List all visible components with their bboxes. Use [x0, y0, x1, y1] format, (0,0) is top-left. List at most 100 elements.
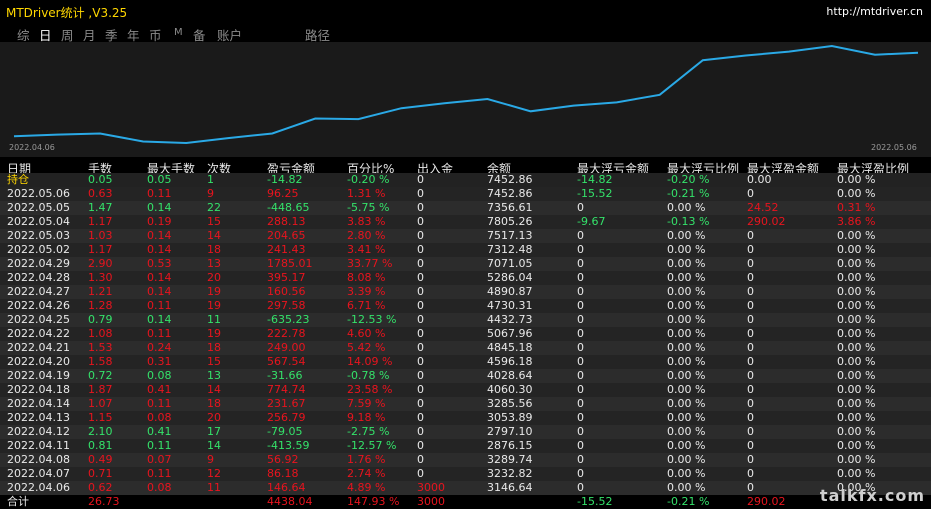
table-row[interactable]: 2022.04.11 0.81 0.11 14 -413.59 -12.57 % 0 2876… [0, 439, 931, 453]
cell-max-float-profit: 0 [747, 355, 754, 368]
cell-deposit: 0 [417, 397, 424, 410]
cell-max-float-loss: 0 [577, 383, 584, 396]
cell-percent: -12.57 % [347, 439, 397, 452]
cell-pnl: 288.13 [267, 215, 306, 228]
table-row[interactable]: 2022.05.02 1.17 0.14 18 241.43 3.41 % 0 7312.48… [0, 243, 931, 257]
cell-max-float-loss-pct: -0.20 % [667, 173, 710, 186]
table-row[interactable]: 2022.05.04 1.17 0.19 15 288.13 3.83 % 0 7805.26… [0, 215, 931, 229]
cell-max-float-profit-pct: 0.00 % [837, 271, 876, 284]
chart-end-date: 2022.05.06 [871, 143, 917, 152]
cell-percent: 23.58 % [347, 383, 393, 396]
cell-pnl: -14.82 [267, 173, 303, 186]
cell-balance: 3053.89 [487, 411, 533, 424]
cell-balance: 7517.13 [487, 229, 533, 242]
cell-max-float-profit-pct: 0.00 % [837, 439, 876, 452]
table-row[interactable]: 2022.05.03 1.03 0.14 14 204.65 2.80 % 0 7517.13… [0, 229, 931, 243]
table-row[interactable]: 持仓 0.05 0.05 1 -14.82 -0.20 % 0 7452.86 -14.82 -0… [0, 173, 931, 187]
cell-max-float-profit: 0 [747, 299, 754, 312]
cell-lots: 0.79 [88, 313, 113, 326]
cell-max-float-loss: 0 [577, 369, 584, 382]
cell-max-lots: 0.14 [147, 229, 172, 242]
cell-pnl: -635.23 [267, 313, 310, 326]
cell-max-float-loss-pct: 0.00 % [667, 453, 706, 466]
cell-balance: 2797.10 [487, 425, 533, 438]
cell-date: 2022.05.06 [7, 187, 70, 200]
cell-count: 9 [207, 187, 214, 200]
cell-max-float-loss: 0 [577, 327, 584, 340]
cell-pnl: 1785.01 [267, 257, 313, 270]
cell-deposit: 0 [417, 313, 424, 326]
table-row[interactable]: 2022.04.29 2.90 0.53 13 1785.01 33.77 % 0 7071.… [0, 257, 931, 271]
cell-deposit: 0 [417, 369, 424, 382]
cell-max-float-loss-pct: 0.00 % [667, 285, 706, 298]
table-row[interactable]: 2022.04.25 0.79 0.14 11 -635.23 -12.53 % 0 4432… [0, 313, 931, 327]
cell-percent: 9.18 % [347, 411, 386, 424]
cell-balance: 2876.15 [487, 439, 533, 452]
cell-max-lots: 0.14 [147, 243, 172, 256]
table-row[interactable]: 2022.05.05 1.47 0.14 22 -448.65 -5.75 % 0 7356.… [0, 201, 931, 215]
cell-date: 2022.04.14 [7, 397, 70, 410]
cell-date: 2022.04.06 [7, 481, 70, 494]
cell-balance: 7805.26 [487, 215, 533, 228]
cell-date: 2022.04.13 [7, 411, 70, 424]
table-row[interactable]: 2022.04.12 2.10 0.41 17 -79.05 -2.75 % 0 2797.1… [0, 425, 931, 439]
cell-max-float-loss-pct: 0.00 % [667, 201, 706, 214]
cell-max-float-loss-pct: 0.00 % [667, 383, 706, 396]
table-row[interactable]: 2022.04.27 1.21 0.14 19 160.56 3.39 % 0 4890.87… [0, 285, 931, 299]
cell-max-float-loss: 0 [577, 201, 584, 214]
cell-count: 18 [207, 397, 221, 410]
cell-deposit: 3000 [417, 481, 445, 494]
cell-deposit: 0 [417, 215, 424, 228]
cell-date: 2022.04.21 [7, 341, 70, 354]
cell-max-float-loss-pct: 0.00 % [667, 425, 706, 438]
cell-max-float-profit-pct: 0.00 % [837, 355, 876, 368]
period-tabs: 综 日 周 月 季 年 币 M 备 账户 路径 [0, 22, 931, 43]
app-title: MTDriver统计 ,V3.25 [6, 6, 128, 20]
cell-max-float-profit-pct: 0.00 % [837, 425, 876, 438]
table-row[interactable]: 2022.04.08 0.49 0.07 9 56.92 1.76 % 0 3289.74 0 0… [0, 453, 931, 467]
cell-max-float-loss-pct: 0.00 % [667, 467, 706, 480]
cell-count: 19 [207, 327, 221, 340]
cell-deposit: 0 [417, 187, 424, 200]
table-row[interactable]: 2022.04.18 1.87 0.41 14 774.74 23.58 % 0 4060.3… [0, 383, 931, 397]
cell-deposit: 0 [417, 425, 424, 438]
cell-max-float-loss-pct: 0.00 % [667, 397, 706, 410]
cell-count: 11 [207, 313, 221, 326]
cell-date: 2022.04.20 [7, 355, 70, 368]
cell-percent: -0.78 % [347, 369, 390, 382]
cell-balance: 7356.61 [487, 201, 533, 214]
table-row[interactable]: 2022.04.21 1.53 0.24 18 249.00 5.42 % 0 4845.18… [0, 341, 931, 355]
table-row[interactable]: 2022.05.06 0.63 0.11 9 96.25 1.31 % 0 7452.86 -1… [0, 187, 931, 201]
cell-date: 2022.05.05 [7, 201, 70, 214]
cell-balance: 4890.87 [487, 285, 533, 298]
table-row[interactable]: 2022.04.13 1.15 0.08 20 256.79 9.18 % 0 3053.89… [0, 411, 931, 425]
website-link[interactable]: http://mtdriver.cn [826, 5, 923, 18]
cell-percent: -5.75 % [347, 201, 390, 214]
cell-max-lots: 0.14 [147, 201, 172, 214]
cell-max-float-loss-pct: 0.00 % [667, 439, 706, 452]
cell-deposit: 0 [417, 439, 424, 452]
cell-max-float-loss: 0 [577, 257, 584, 270]
table-row[interactable]: 2022.04.22 1.08 0.11 19 222.78 4.60 % 0 5067.96… [0, 327, 931, 341]
cell-lots: 0.62 [88, 481, 113, 494]
table-row[interactable]: 2022.04.26 1.28 0.11 19 297.58 6.71 % 0 4730.31… [0, 299, 931, 313]
footer-date: 合计 [7, 495, 29, 508]
cell-percent: 2.80 % [347, 229, 386, 242]
cell-max-float-loss: -15.52 [577, 187, 613, 200]
cell-lots: 2.10 [88, 425, 113, 438]
table-row[interactable]: 2022.04.06 0.62 0.08 11 146.64 4.89 % 3000 3146… [0, 481, 931, 495]
cell-max-float-loss: 0 [577, 397, 584, 410]
cell-max-float-profit-pct: 0.00 % [837, 285, 876, 298]
table-row[interactable]: 2022.04.28 1.30 0.14 20 395.17 8.08 % 0 5286.04… [0, 271, 931, 285]
cell-lots: 1.15 [88, 411, 113, 424]
cell-deposit: 0 [417, 229, 424, 242]
table-row[interactable]: 2022.04.20 1.58 0.31 15 567.54 14.09 % 0 4596.1… [0, 355, 931, 369]
tab-m[interactable]: M [174, 27, 183, 38]
cell-max-float-loss: 0 [577, 299, 584, 312]
table-row[interactable]: 2022.04.07 0.71 0.11 12 86.18 2.74 % 0 3232.82 0… [0, 467, 931, 481]
cell-count: 18 [207, 341, 221, 354]
cell-lots: 1.58 [88, 355, 113, 368]
table-row[interactable]: 2022.04.14 1.07 0.11 18 231.67 7.59 % 0 3285.56… [0, 397, 931, 411]
table-row[interactable]: 2022.04.19 0.72 0.08 13 -31.66 -0.78 % 0 4028.6… [0, 369, 931, 383]
cell-max-float-loss: 0 [577, 439, 584, 452]
